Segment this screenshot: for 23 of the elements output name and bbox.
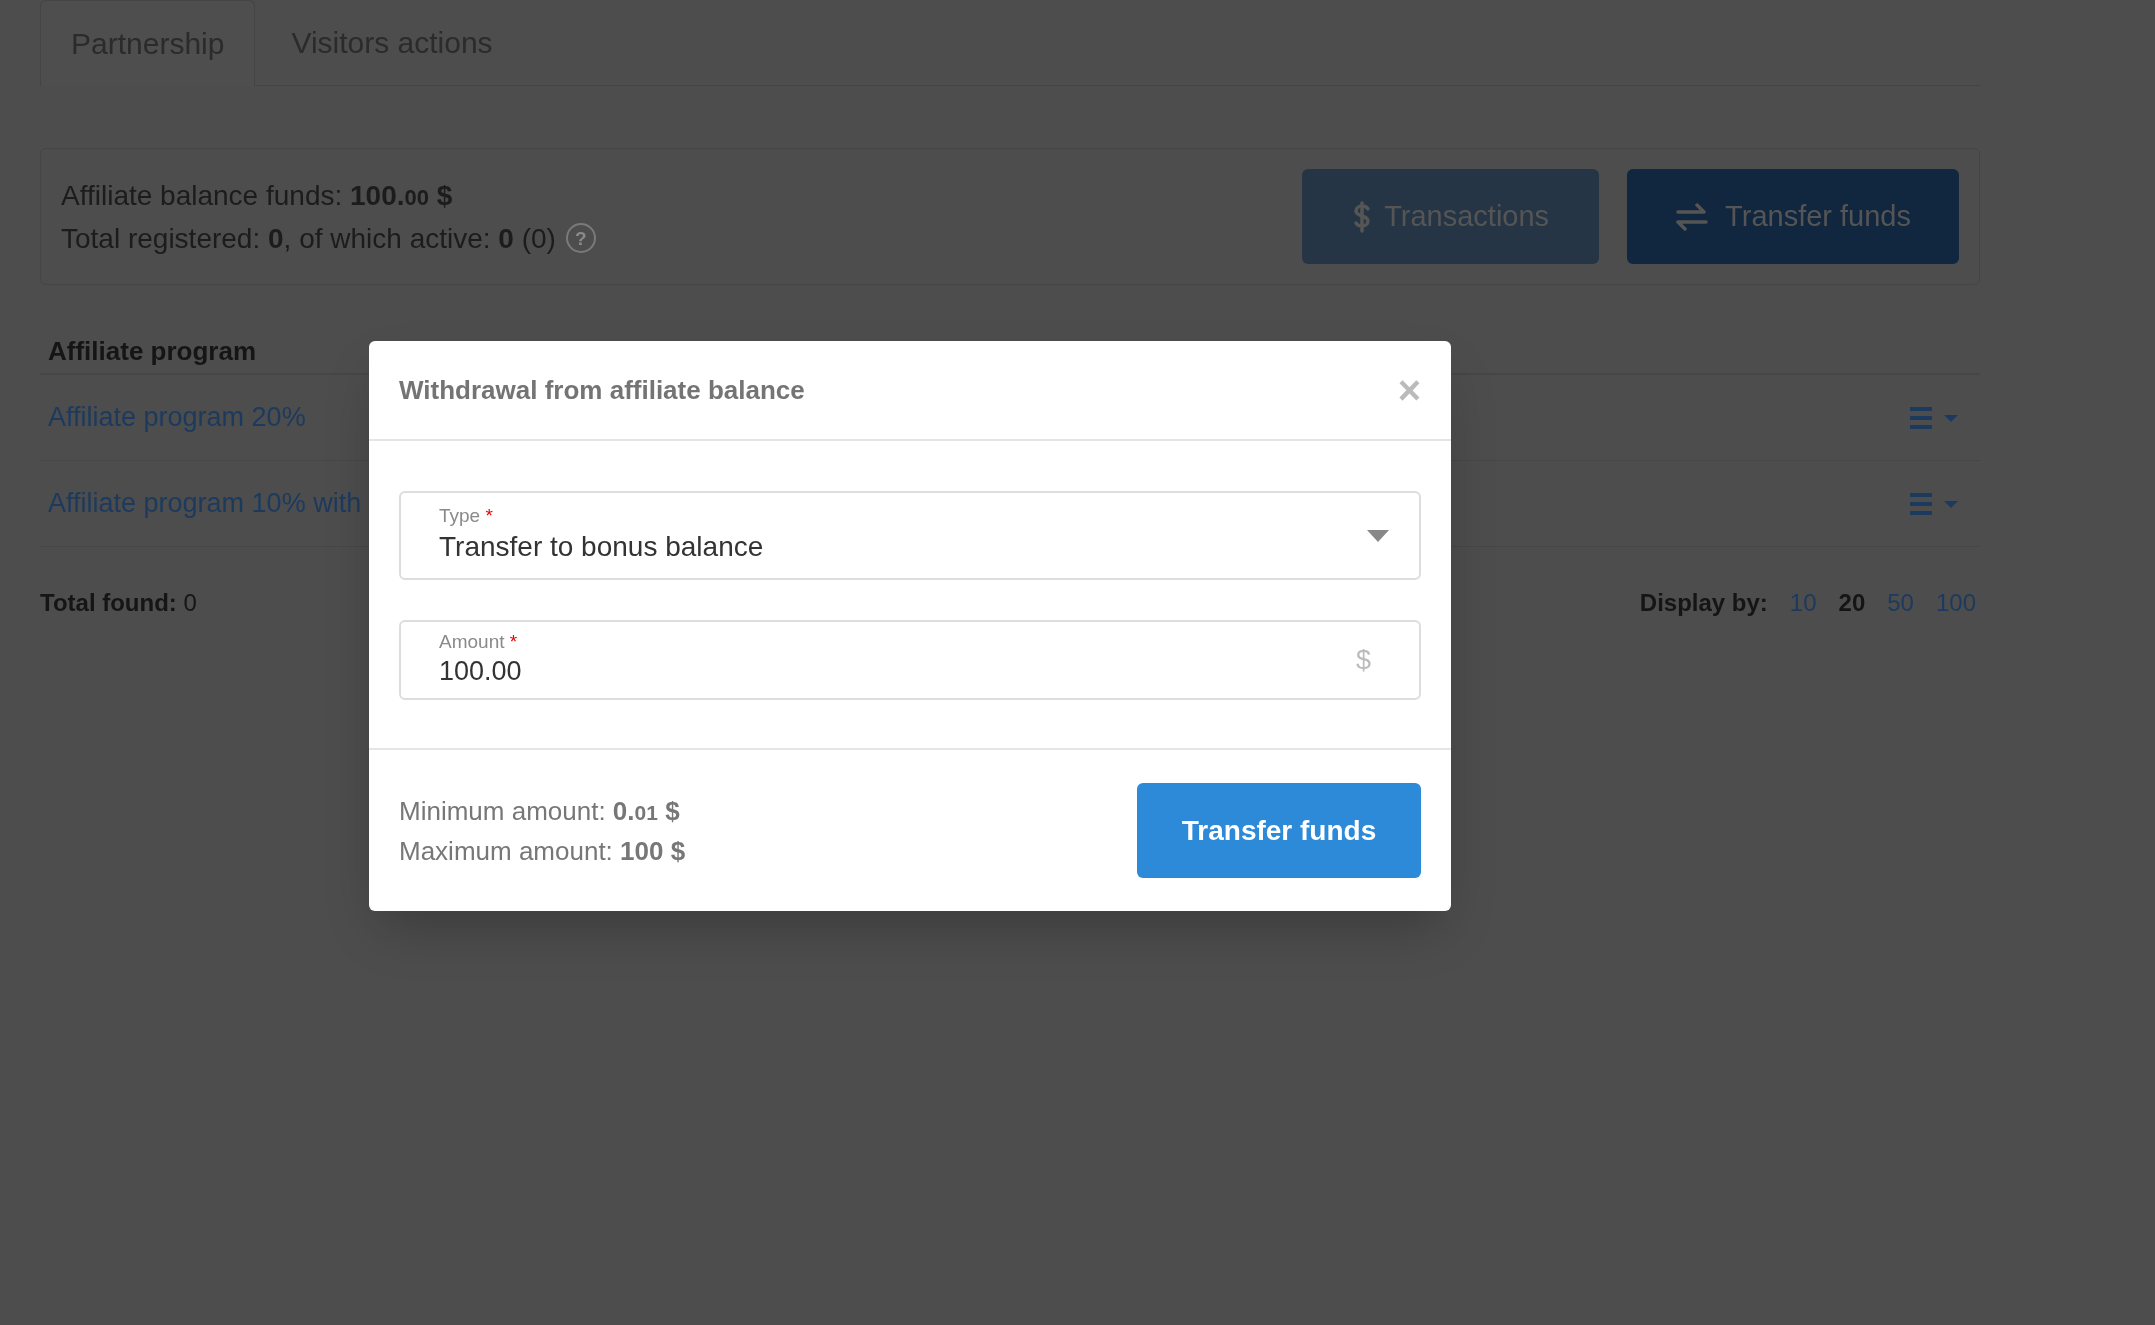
display-by-label: Display by:	[1639, 588, 1768, 618]
transfer-arrows-icon	[1675, 202, 1710, 231]
help-icon[interactable]: ?	[565, 223, 596, 253]
menu-dropdown-icon[interactable]	[1908, 404, 1960, 431]
amount-value: 100.00	[439, 655, 522, 688]
currency-suffix: $	[1355, 643, 1371, 677]
maximum-amount-text: Maximum amount: 100 $	[399, 834, 686, 868]
dollar-icon	[1352, 200, 1373, 233]
action-button[interactable]: Transfer funds	[1627, 169, 1959, 264]
caret-icon	[1367, 529, 1389, 542]
transfer-funds-button[interactable]: Transfer funds	[1137, 783, 1421, 878]
field-label: Type *	[439, 504, 494, 527]
field-label: Amount *	[439, 631, 519, 653]
column-header: Affiliate program	[48, 335, 257, 368]
amount-field[interactable]: Amount * 100.00 $	[399, 620, 1421, 700]
close-button[interactable]: ×	[1397, 370, 1421, 410]
minimum-amount-text: Minimum amount: 0.01 $	[399, 794, 681, 828]
dialog-title: Withdrawal from affiliate balance	[399, 373, 805, 407]
page-size-option[interactable]: 20	[1838, 585, 1866, 621]
menu-dropdown-icon[interactable]	[1908, 490, 1960, 517]
select-value: Transfer to bonus balance	[439, 529, 764, 564]
type-select[interactable]: Type * Transfer to bonus balance	[399, 491, 1421, 580]
total-found-text: Total found: 0	[40, 588, 197, 618]
